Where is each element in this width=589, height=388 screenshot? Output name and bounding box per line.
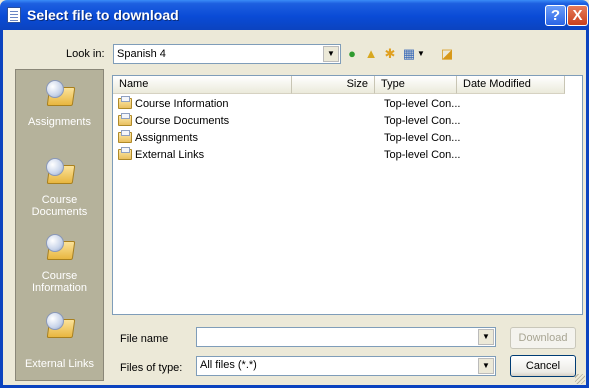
list-item[interactable]: External Links Top-level Con... <box>116 147 556 163</box>
resize-grip-icon[interactable] <box>575 374 585 384</box>
item-name: Course Documents <box>135 115 230 127</box>
place-label: Course Documents <box>31 194 88 218</box>
file-type-value: All files (*.*) <box>200 359 257 371</box>
column-header-size[interactable]: Size <box>292 76 375 94</box>
chevron-down-icon[interactable]: ▼ <box>478 358 494 374</box>
column-header-date-modified[interactable]: Date Modified <box>457 76 565 94</box>
look-in-dropdown[interactable]: Spanish 4 ▼ <box>113 44 341 64</box>
download-button[interactable]: Download <box>510 327 576 349</box>
item-type: Top-level Con... <box>384 115 461 127</box>
folder-icon <box>118 113 132 126</box>
place-label: Assignments <box>28 116 91 128</box>
places-bar: Assignments Course Documents Course Info… <box>15 69 104 381</box>
file-name-label: File name <box>120 333 169 345</box>
close-button[interactable]: X <box>567 5 588 26</box>
item-name: Assignments <box>135 132 198 144</box>
place-label: Course Information <box>31 270 88 294</box>
folder-icon <box>118 130 132 143</box>
folder-icon <box>118 96 132 109</box>
place-label: External Links <box>24 358 95 370</box>
look-in-value: Spanish 4 <box>117 48 166 60</box>
place-external-links[interactable]: External Links <box>16 310 103 370</box>
item-type: Top-level Con... <box>384 132 461 144</box>
file-type-label: Files of type: <box>120 362 183 374</box>
file-type-dropdown[interactable]: All files (*.*) ▼ <box>196 356 496 376</box>
folder-icon <box>118 147 132 160</box>
extra-icon[interactable]: ◪ <box>438 45 456 63</box>
folder-globe-icon <box>44 232 76 262</box>
up-folder-icon[interactable]: ▲ <box>362 45 380 63</box>
views-chevron-icon[interactable]: ▼ <box>416 45 426 63</box>
item-name: External Links <box>135 149 205 161</box>
list-item[interactable]: Assignments Top-level Con... <box>116 130 556 146</box>
cancel-button[interactable]: Cancel <box>510 355 576 377</box>
list-item[interactable]: Course Documents Top-level Con... <box>116 113 556 129</box>
file-list[interactable]: Name Size Type Date Modified Course Info… <box>112 75 583 315</box>
list-item[interactable]: Course Information Top-level Con... <box>116 96 556 112</box>
chevron-down-icon[interactable]: ▼ <box>323 46 339 62</box>
place-assignments[interactable]: Assignments <box>16 78 103 128</box>
column-header-name[interactable]: Name <box>113 76 292 94</box>
folder-globe-icon <box>44 310 76 340</box>
window-title: Select file to download <box>27 7 179 23</box>
column-header-type[interactable]: Type <box>375 76 457 94</box>
place-course-information[interactable]: Course Information <box>16 232 103 294</box>
item-type: Top-level Con... <box>384 149 461 161</box>
help-button[interactable]: ? <box>545 5 566 26</box>
back-icon[interactable]: ● <box>343 45 361 63</box>
look-in-label: Look in: <box>66 48 105 60</box>
document-icon <box>7 7 21 23</box>
title-bar[interactable]: Select file to download ? X <box>0 0 589 30</box>
item-name: Course Information <box>135 98 229 110</box>
place-course-documents[interactable]: Course Documents <box>16 156 103 218</box>
folder-globe-icon <box>44 156 76 186</box>
new-folder-icon[interactable]: ✱ <box>381 45 399 63</box>
folder-globe-icon <box>44 78 76 108</box>
item-type: Top-level Con... <box>384 98 461 110</box>
chevron-down-icon[interactable]: ▼ <box>478 329 494 345</box>
file-name-input[interactable]: ▼ <box>196 327 496 347</box>
